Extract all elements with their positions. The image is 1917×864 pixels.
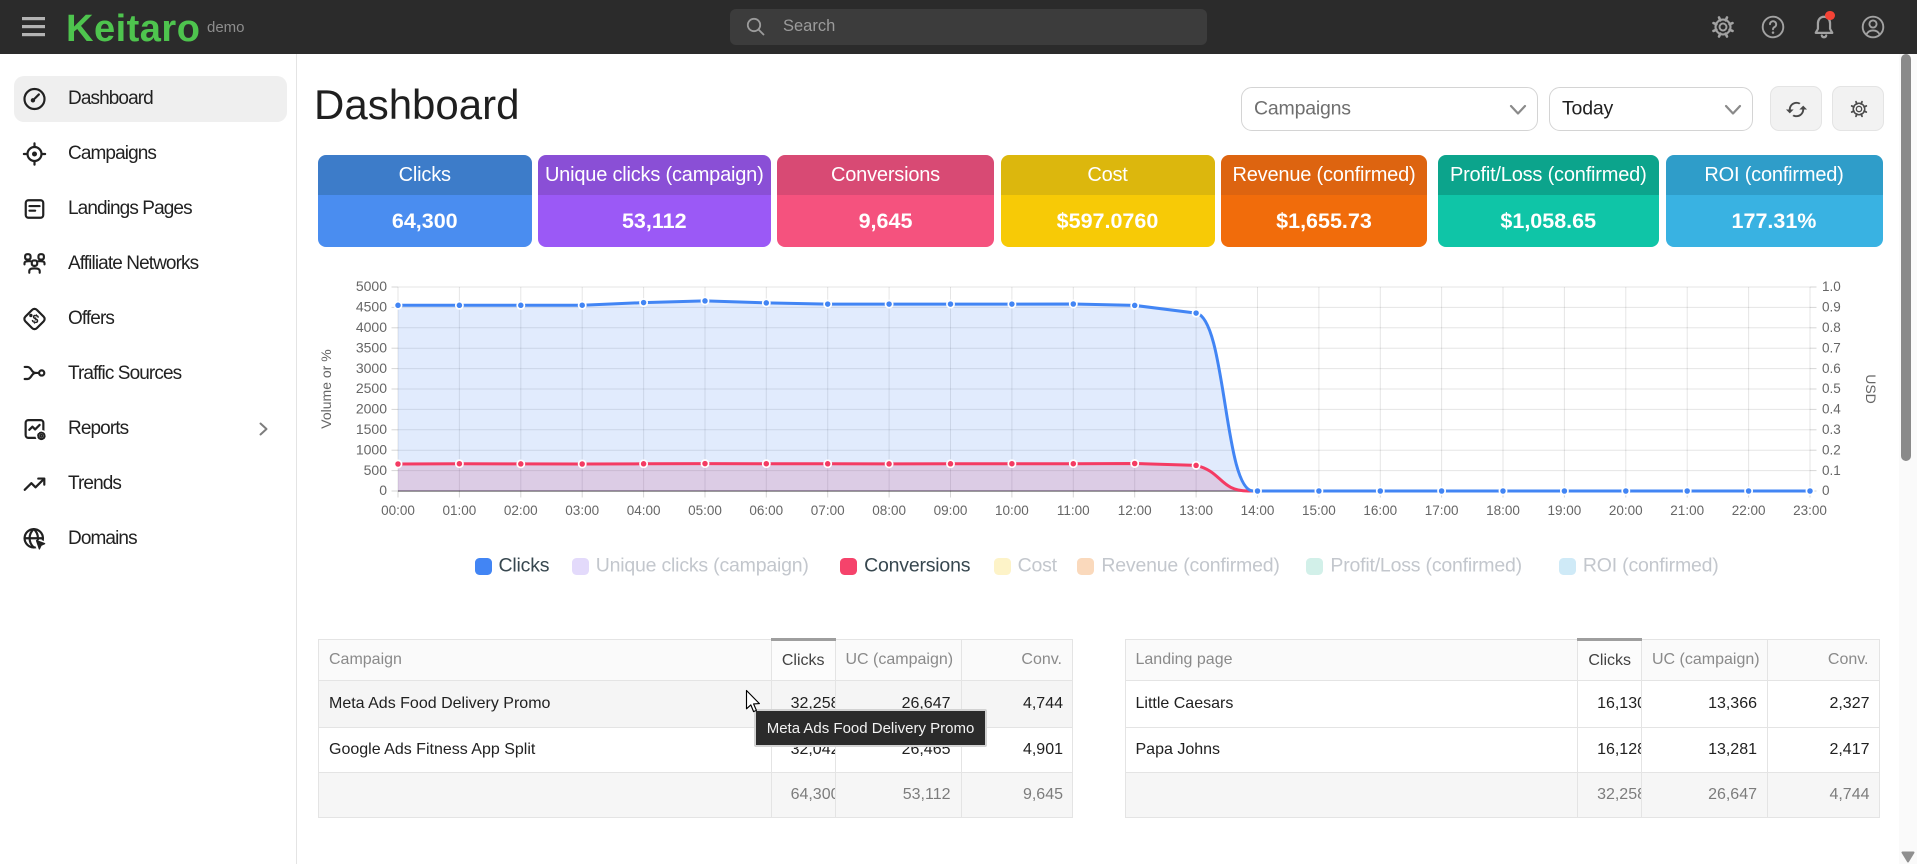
svg-text:0.3: 0.3	[1822, 422, 1841, 437]
svg-text:0.7: 0.7	[1822, 340, 1841, 355]
svg-text:4500: 4500	[356, 299, 387, 315]
svg-text:0: 0	[379, 482, 387, 498]
svg-text:2000: 2000	[356, 401, 387, 417]
svg-text:05:00: 05:00	[688, 503, 722, 518]
svg-text:10:00: 10:00	[995, 503, 1029, 518]
svg-text:USD: USD	[1863, 374, 1879, 404]
svg-text:22:00: 22:00	[1732, 503, 1766, 518]
svg-text:08:00: 08:00	[872, 503, 906, 518]
svg-text:1000: 1000	[356, 441, 387, 457]
svg-text:21:00: 21:00	[1670, 503, 1704, 518]
svg-text:18:00: 18:00	[1486, 503, 1520, 518]
svg-text:11:00: 11:00	[1057, 503, 1090, 518]
svg-text:00:00: 00:00	[381, 503, 415, 518]
svg-text:09:00: 09:00	[934, 503, 968, 518]
svg-text:19:00: 19:00	[1548, 503, 1582, 518]
svg-text:1.0: 1.0	[1822, 279, 1841, 294]
svg-text:4000: 4000	[356, 319, 387, 335]
svg-text:01:00: 01:00	[443, 503, 477, 518]
svg-text:Volume or %: Volume or %	[318, 349, 334, 428]
svg-text:0.2: 0.2	[1822, 442, 1841, 457]
svg-text:20:00: 20:00	[1609, 503, 1643, 518]
svg-text:0: 0	[1822, 483, 1830, 498]
svg-text:0.1: 0.1	[1822, 463, 1841, 478]
svg-text:07:00: 07:00	[811, 503, 845, 518]
svg-text:1500: 1500	[356, 421, 387, 437]
svg-text:23:00: 23:00	[1793, 503, 1827, 518]
svg-text:0.5: 0.5	[1822, 381, 1841, 396]
svg-text:13:00: 13:00	[1179, 503, 1213, 518]
svg-text:04:00: 04:00	[627, 503, 661, 518]
svg-text:02:00: 02:00	[504, 503, 538, 518]
svg-text:14:00: 14:00	[1241, 503, 1275, 518]
svg-text:16:00: 16:00	[1363, 503, 1397, 518]
svg-text:5000: 5000	[356, 278, 387, 294]
svg-text:0.9: 0.9	[1822, 300, 1841, 315]
svg-text:0.4: 0.4	[1822, 402, 1841, 417]
svg-text:12:00: 12:00	[1118, 503, 1152, 518]
svg-text:17:00: 17:00	[1425, 503, 1459, 518]
svg-text:3500: 3500	[356, 339, 387, 355]
svg-text:500: 500	[364, 462, 388, 478]
svg-text:0.6: 0.6	[1822, 361, 1841, 376]
svg-text:15:00: 15:00	[1302, 503, 1336, 518]
svg-text:2500: 2500	[356, 380, 387, 396]
svg-text:06:00: 06:00	[749, 503, 783, 518]
svg-text:0.8: 0.8	[1822, 320, 1841, 335]
svg-text:3000: 3000	[356, 360, 387, 376]
svg-text:03:00: 03:00	[565, 503, 599, 518]
